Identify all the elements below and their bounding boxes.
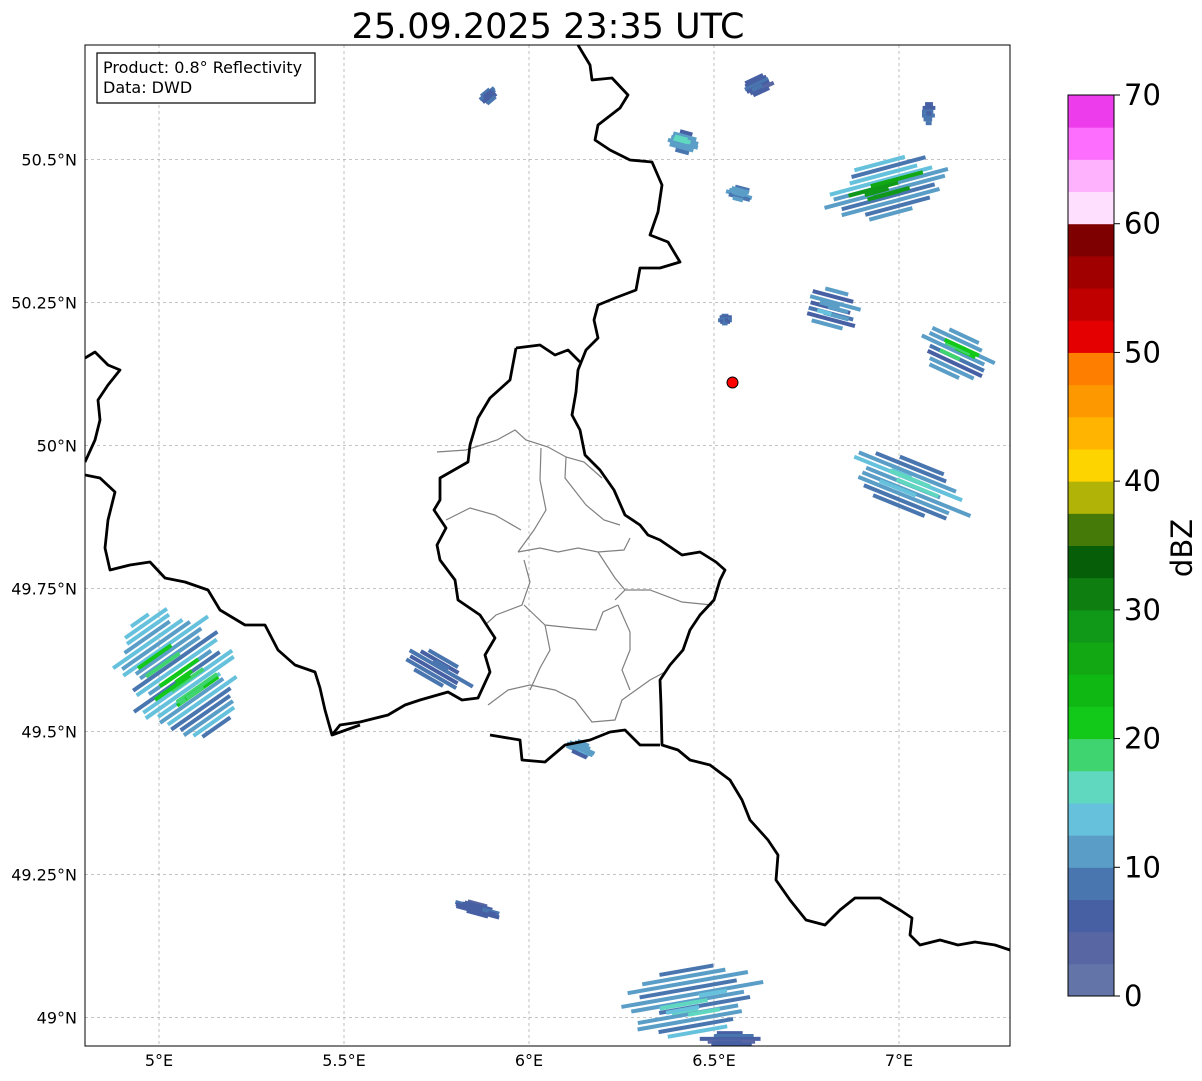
product-label: Product: 0.8° Reflectivity [103,58,302,77]
colorbar-tick-label: 10 [1124,850,1161,884]
colorbar-tick-label: 0 [1124,979,1142,1013]
radar-site-dot[interactable] [726,376,739,389]
colorbar-swatch [1068,706,1114,740]
colorbar-tick-label: 50 [1124,335,1161,369]
colorbar-swatch [1068,448,1114,482]
y-tick-label: 49°N [37,1008,77,1027]
info-box: Product: 0.8° Reflectivity Data: DWD [96,52,316,104]
colorbar-swatch [1068,609,1114,643]
colorbar-label: dBZ [1165,519,1199,577]
chart-title: 25.09.2025 23:35 UTC [352,7,745,47]
radar-site-marker[interactable] [726,376,739,389]
colorbar-swatch [1068,288,1114,321]
colorbar-swatches [1068,95,1114,997]
y-tick-label: 49.25°N [11,865,77,884]
colorbar-swatch [1068,481,1114,514]
colorbar-swatch [1068,867,1114,900]
y-tick-label: 50.25°N [11,293,77,312]
colorbar-swatch [1068,223,1114,257]
colorbar-tick-label: 70 [1124,78,1161,112]
colorbar-swatch [1068,674,1114,707]
colorbar-swatch [1068,642,1114,675]
y-tick-label: 50.5°N [21,150,77,169]
y-tick-label: 49.75°N [11,579,77,598]
x-tick-label: 5°E [145,1051,173,1070]
radar-map-figure: 25.09.2025 23:35 UTC Product: 0.8° Refle… [11,7,1199,1070]
colorbar-swatch [1068,320,1114,353]
x-tick-label: 6.5°E [692,1051,736,1070]
colorbar: 0 10 20 30 40 50 60 70 dBZ [1067,78,1199,1013]
y-tick-label: 49.5°N [21,722,77,741]
colorbar-swatch [1068,159,1114,193]
colorbar-swatch [1068,255,1114,289]
colorbar-ticks: 0 10 20 30 40 50 60 70 [1114,78,1161,1013]
colorbar-swatch [1068,191,1114,225]
colorbar-swatch [1068,545,1114,579]
y-tick-label: 50°N [37,436,77,455]
x-tick-label: 6°E [515,1051,543,1070]
colorbar-swatch [1068,577,1114,611]
colorbar-swatch [1068,95,1114,128]
colorbar-tick-label: 40 [1124,464,1161,498]
colorbar-swatch [1068,931,1114,965]
x-tick-label: 7°E [885,1051,913,1070]
colorbar-swatch [1068,899,1114,933]
colorbar-swatch [1068,352,1114,386]
colorbar-swatch [1068,127,1114,160]
colorbar-swatch [1068,513,1114,546]
colorbar-tick-label: 60 [1124,207,1161,241]
data-source-label: Data: DWD [103,78,192,97]
colorbar-swatch [1068,835,1114,868]
colorbar-tick-label: 20 [1124,722,1161,756]
x-axis: 5°E 5.5°E 6°E 6.5°E 7°E [145,1051,913,1070]
map-panel[interactable]: Product: 0.8° Reflectivity Data: DWD [84,44,1011,1049]
colorbar-swatch [1068,738,1114,772]
colorbar-swatch [1068,384,1114,418]
colorbar-swatch [1068,416,1114,450]
colorbar-swatch [1068,802,1114,836]
colorbar-swatch [1068,963,1114,997]
x-tick-label: 5.5°E [322,1051,366,1070]
colorbar-tick-label: 30 [1124,593,1161,627]
y-axis: 50.5°N 50.25°N 50°N 49.75°N 49.5°N 49.25°N 49°… [11,150,77,1027]
colorbar-swatch [1068,770,1114,804]
